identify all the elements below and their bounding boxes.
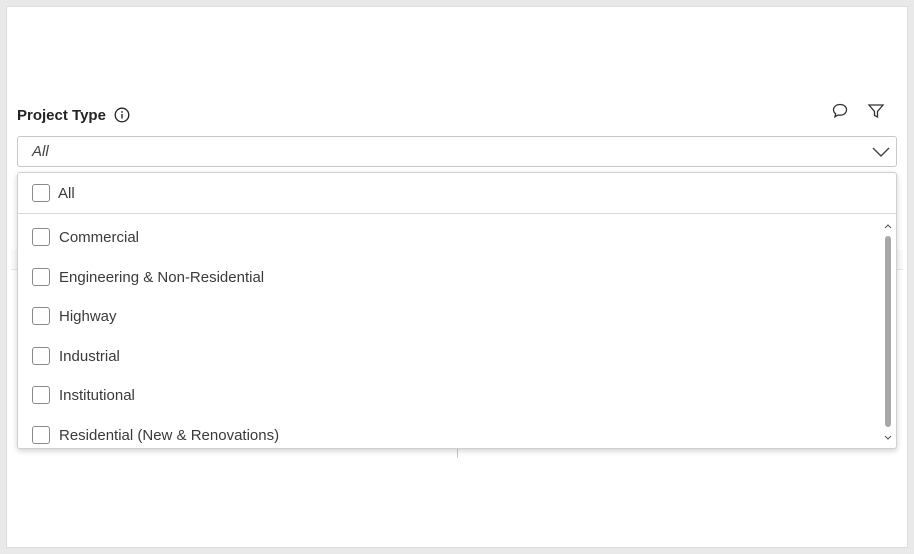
list-item[interactable]: Engineering & Non-Residential [18,262,880,292]
slicer-item-list: Commercial Engineering & Non-Residential… [18,215,880,448]
scroll-up-icon[interactable] [880,220,896,232]
item-checkbox[interactable] [32,386,50,404]
item-label: Engineering & Non-Residential [59,268,265,286]
slicer-title: Project Type [17,105,130,125]
list-item[interactable]: Industrial [18,341,880,371]
list-item[interactable]: Highway [18,301,880,331]
list-item[interactable]: Commercial [18,222,880,252]
scrollbar[interactable] [880,215,896,448]
item-label: Industrial [59,347,120,365]
item-label: Residential (New & Renovations) [59,426,280,444]
slicer-title-text: Project Type [17,106,106,124]
item-label: Commercial [59,228,140,246]
scrollbar-thumb[interactable] [885,236,891,427]
select-all-label: All [58,184,75,202]
select-all-checkbox[interactable] [32,184,50,202]
item-label: Highway [59,307,117,325]
select-all-item[interactable]: All [18,173,896,214]
background-divider [457,448,458,458]
dropdown-list-panel: All Commercial Engineering & Non-Residen… [17,172,897,449]
item-checkbox[interactable] [32,268,50,286]
visual-header [829,100,887,122]
comment-icon[interactable] [829,100,851,122]
chevron-down-icon [871,143,891,161]
item-checkbox[interactable] [32,228,50,246]
item-checkbox[interactable] [32,347,50,365]
filter-icon[interactable] [865,100,887,122]
dropdown-selected-value: All [32,143,49,160]
item-checkbox[interactable] [32,307,50,325]
info-icon[interactable] [114,107,130,123]
item-checkbox[interactable] [32,426,50,444]
list-item[interactable]: Residential (New & Renovations) [18,420,880,448]
item-label: Institutional [59,386,135,404]
slicer-dropdown[interactable]: All [17,136,897,167]
scroll-down-icon[interactable] [880,432,896,444]
list-item[interactable]: Institutional [18,380,880,410]
